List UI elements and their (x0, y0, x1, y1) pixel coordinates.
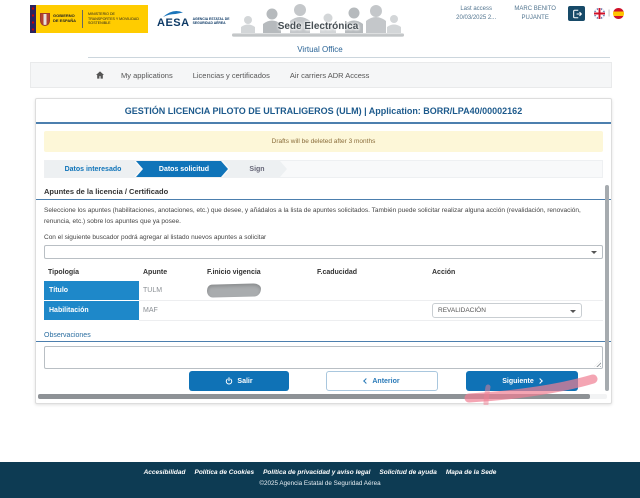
footer-link-cookies[interactable]: Política de Cookies (194, 469, 254, 476)
aesa-logo: AESA AGENCIA ESTATAL DE SEGURIDAD AÉREA (157, 10, 239, 29)
gobierno-logo: GOBIERNO DE ESPAÑA MINISTERIO DE TRANSPO… (30, 5, 148, 33)
logo-group: GOBIERNO DE ESPAÑA MINISTERIO DE TRANSPO… (30, 5, 239, 33)
section-description: Seleccione los apuntes (habilitaciones, … (44, 207, 581, 226)
anterior-button[interactable]: Anterior (326, 371, 438, 391)
coat-of-arms-icon (40, 12, 50, 26)
finicio-cell (203, 301, 313, 322)
virtual-office-divider (88, 57, 610, 58)
table-header-row: Tipología Apunte F.inicio vigencia F.cad… (44, 266, 603, 281)
step-datos-solicitud[interactable]: Datos solicitud (136, 161, 228, 177)
flag-strip-icon (30, 5, 36, 33)
search-label: Con el siguiente buscador podrá agregar … (44, 234, 267, 242)
virtual-office-label: Virtual Office (297, 45, 343, 54)
footer-link-mapa[interactable]: Mapa de la Sede (446, 469, 497, 476)
footer: Accesibilidad Política de Cookies Políti… (0, 462, 640, 498)
last-access-label: Last access (460, 6, 493, 12)
application-card: GESTIÓN LICENCIA PILOTO DE ULTRALIGEROS … (35, 98, 612, 405)
accion-select-value: REVALIDACIÓN (438, 307, 486, 315)
footer-link-privacidad[interactable]: Política de privacidad y aviso legal (263, 469, 370, 476)
logout-icon (572, 9, 582, 18)
nav-item-adr-access[interactable]: Air carriers ADR Access (290, 71, 370, 80)
salir-button[interactable]: Salir (189, 371, 289, 391)
footer-links: Accesibilidad Política de Cookies Políti… (0, 462, 640, 476)
step-sign[interactable]: Sign (223, 161, 287, 177)
accion-select[interactable]: REVALIDACIÓN (432, 303, 582, 319)
ministry-label: MINISTERIO DE TRANSPORTES Y MOVILIDAD SO… (88, 12, 139, 26)
nav-item-my-applications[interactable]: My applications (121, 71, 173, 80)
accion-cell: REVALIDACIÓN (428, 301, 603, 322)
col-apunte: Apunte (143, 269, 168, 277)
drafts-warning: Drafts will be deleted after 3 months (44, 131, 603, 152)
chevron-left-icon (363, 378, 370, 384)
section-title: Apuntes de la licencia / Certificado (36, 187, 611, 200)
main-nav: My applications Licencias y certificados… (30, 62, 612, 88)
step-datos-interesado[interactable]: Datos interesado (45, 161, 141, 177)
redacted-date (206, 283, 262, 298)
copyright: ©2025 Agencia Estatal de Seguridad Aérea (259, 480, 381, 487)
finicio-cell (203, 281, 313, 302)
col-finicio: F.inicio vigencia (207, 269, 261, 277)
sede-electronica-title: Sede Electrónica (277, 21, 359, 32)
home-icon[interactable] (95, 70, 105, 80)
last-access-value: 20/03/2025 2... (456, 15, 497, 21)
table-row: Título TULM (44, 281, 603, 302)
aesa-acronym: AESA (157, 16, 190, 29)
header: GOBIERNO DE ESPAÑA MINISTERIO DE TRANSPO… (0, 0, 640, 42)
observaciones-label: Observaciones (36, 332, 611, 343)
logout-button[interactable] (568, 6, 586, 21)
logo-divider (82, 10, 83, 28)
apuntes-table: Tipología Apunte F.inicio vigencia F.cad… (44, 266, 603, 322)
fcaducidad-cell (313, 301, 428, 322)
col-tipologia: Tipología (48, 269, 79, 277)
tipologia-cell: Título (44, 281, 139, 302)
table-row: Habilitación MAF REVALIDACIÓN (44, 301, 603, 322)
siguiente-button[interactable]: Siguiente (466, 371, 578, 391)
power-icon (226, 377, 233, 385)
col-fcaducidad: F.caducidad (317, 269, 358, 277)
apunte-cell: MAF (139, 301, 203, 322)
gobierno-label: GOBIERNO DE ESPAÑA (53, 13, 77, 23)
uk-flag-icon[interactable] (594, 8, 606, 19)
col-accion: Acción (432, 269, 456, 277)
footer-link-accesibilidad[interactable]: Accesibilidad (144, 469, 186, 476)
nav-item-licencias[interactable]: Licencias y certificados (193, 71, 270, 80)
language-selector: | (594, 8, 624, 19)
resize-handle[interactable] (594, 360, 601, 368)
horizontal-scrollbar[interactable] (38, 394, 590, 399)
spain-flag-icon[interactable] (613, 8, 624, 19)
footer-link-ayuda[interactable]: Solicitud de ayuda (379, 469, 436, 476)
chevron-down-icon (570, 309, 576, 313)
user-name: MARC BENITO PUJANTE (514, 6, 556, 21)
observaciones-textarea[interactable] (44, 346, 603, 370)
fcaducidad-cell (313, 281, 428, 302)
apunte-cell: TULM (139, 281, 203, 302)
tipologia-cell: Habilitación (44, 301, 139, 322)
page-title: GESTIÓN LICENCIA PILOTO DE ULTRALIGEROS … (36, 99, 611, 124)
accion-cell (428, 281, 603, 302)
user-area: Last access 20/03/2025 2... MARC BENITO … (450, 5, 624, 23)
wizard-steps: Datos interesado Datos solicitud Sign (44, 160, 603, 178)
chevron-down-icon (591, 251, 597, 255)
vertical-scrollbar[interactable] (605, 185, 609, 391)
apuntes-search-select[interactable] (44, 245, 603, 260)
chevron-right-icon (536, 378, 543, 384)
sede-banner: Sede Electrónica (232, 2, 404, 40)
last-access: Last access 20/03/2025 2... (450, 5, 502, 23)
flag-separator: | (608, 10, 610, 17)
